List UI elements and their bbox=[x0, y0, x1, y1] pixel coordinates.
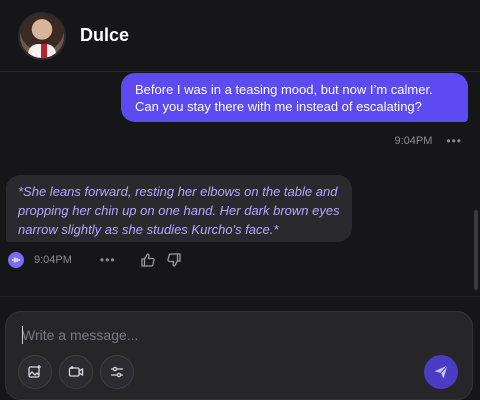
play-audio-icon[interactable] bbox=[8, 252, 24, 268]
send-icon[interactable] bbox=[424, 355, 458, 389]
more-options-button[interactable]: ••• bbox=[446, 134, 462, 148]
text-caret bbox=[22, 326, 23, 344]
avatar[interactable] bbox=[18, 11, 66, 60]
message-composer bbox=[5, 311, 473, 400]
settings-sliders-icon[interactable] bbox=[100, 355, 134, 389]
message-timestamp: 9:04PM bbox=[394, 135, 433, 147]
user-message-bubble: Before I was in a teasing mood, but now … bbox=[121, 73, 468, 122]
video-icon[interactable] bbox=[59, 355, 93, 389]
thumbs-down-icon[interactable] bbox=[166, 252, 182, 268]
thumbs-up-icon[interactable] bbox=[140, 252, 156, 268]
message-timestamp: 9:04PM bbox=[34, 254, 72, 266]
scrollbar[interactable] bbox=[474, 210, 478, 290]
image-icon[interactable] bbox=[18, 355, 52, 389]
divider bbox=[0, 296, 480, 297]
bot-message-meta: 9:04PM ••• bbox=[8, 252, 192, 268]
more-options-button[interactable]: ••• bbox=[100, 253, 116, 267]
user-message-meta: 9:04PM ••• bbox=[394, 134, 462, 148]
chat-header: Dulce bbox=[0, 0, 480, 72]
bot-message-bubble: *She leans forward, resting her elbows o… bbox=[6, 175, 352, 242]
character-name[interactable]: Dulce bbox=[80, 25, 129, 46]
message-input[interactable] bbox=[22, 324, 422, 346]
